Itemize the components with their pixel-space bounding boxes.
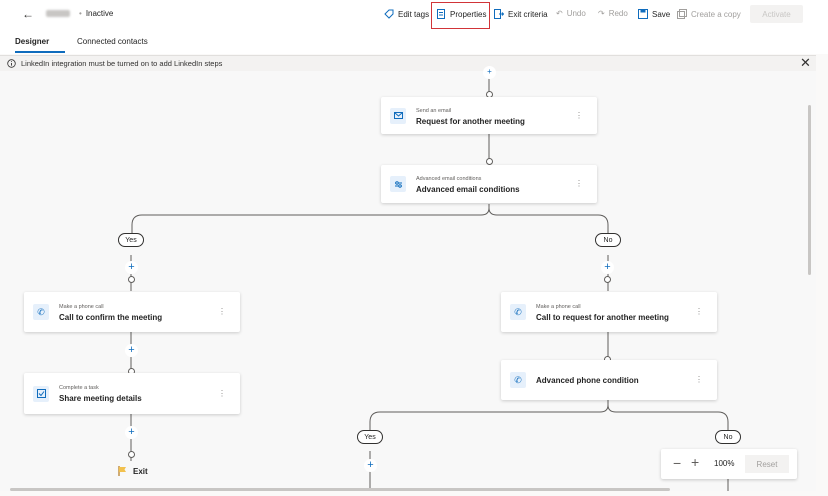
exit-label: Exit bbox=[133, 466, 148, 476]
zoom-in-icon[interactable]: + bbox=[691, 454, 699, 470]
properties-icon bbox=[437, 9, 445, 19]
exit-criteria-button[interactable]: Exit criteria bbox=[494, 9, 548, 19]
info-icon bbox=[7, 59, 16, 68]
create-copy-button[interactable]: Create a copy bbox=[677, 9, 741, 19]
journey-canvas[interactable]: + Send an email Request for another meet… bbox=[0, 66, 816, 491]
tab-bar: Designer Connected contacts bbox=[0, 30, 828, 54]
more-options-icon[interactable]: ⋮ bbox=[575, 179, 583, 188]
more-options-icon[interactable]: ⋮ bbox=[575, 111, 583, 120]
add-step-icon[interactable]: + bbox=[125, 426, 138, 439]
journey-name-redacted bbox=[46, 10, 70, 17]
back-arrow-icon[interactable]: ← bbox=[22, 7, 34, 21]
phone-icon: ✆ bbox=[33, 304, 49, 320]
active-tab-indicator bbox=[15, 51, 65, 53]
dot-separator-icon: • bbox=[79, 9, 82, 18]
tab-designer[interactable]: Designer bbox=[15, 37, 49, 46]
more-options-icon[interactable]: ⋮ bbox=[218, 389, 226, 398]
email-icon bbox=[390, 107, 406, 124]
step-advanced-phone-condition[interactable]: ✆ Advanced phone condition ⋮ bbox=[501, 360, 717, 400]
flag-icon bbox=[118, 466, 126, 476]
task-checkbox-icon bbox=[33, 385, 49, 402]
exit-icon bbox=[494, 9, 504, 19]
zoom-out-icon[interactable]: − bbox=[673, 455, 681, 471]
properties-button[interactable]: Properties bbox=[436, 9, 486, 19]
properties-label: Properties bbox=[450, 9, 487, 19]
step-title: Advanced email conditions bbox=[416, 185, 520, 194]
horizontal-scrollbar[interactable] bbox=[10, 488, 670, 491]
vertical-scrollbar[interactable] bbox=[808, 105, 811, 275]
exit-node[interactable]: Exit bbox=[118, 466, 148, 476]
add-step-icon[interactable]: + bbox=[601, 261, 614, 274]
save-button[interactable]: Save bbox=[638, 9, 670, 19]
step-call-confirm[interactable]: ✆ Make a phone call Call to confirm the … bbox=[24, 292, 240, 332]
command-bar: ← • Inactive Edit tags Properties Exit c… bbox=[0, 0, 828, 30]
create-copy-label: Create a copy bbox=[691, 9, 741, 19]
phone-condition-icon: ✆ bbox=[510, 372, 526, 388]
branch-no-label: No bbox=[715, 430, 741, 444]
connector-node bbox=[604, 276, 611, 283]
step-title: Call to request for another meeting bbox=[536, 313, 669, 322]
more-options-icon[interactable]: ⋮ bbox=[695, 375, 703, 384]
reset-zoom-button[interactable]: Reset bbox=[745, 455, 789, 473]
more-options-icon[interactable]: ⋮ bbox=[218, 307, 226, 316]
tab-connected-contacts[interactable]: Connected contacts bbox=[77, 37, 148, 46]
step-send-email[interactable]: Send an email Request for another meetin… bbox=[381, 97, 597, 134]
branch-yes-label: Yes bbox=[357, 430, 383, 444]
status-label: • Inactive bbox=[79, 9, 113, 18]
zoom-level: 100% bbox=[714, 459, 735, 468]
step-title: Share meeting details bbox=[59, 394, 142, 403]
step-title: Call to confirm the meeting bbox=[59, 313, 163, 322]
activate-label: Activate bbox=[762, 9, 791, 19]
step-subtitle: Make a phone call bbox=[59, 304, 104, 310]
save-label: Save bbox=[652, 9, 671, 19]
edit-tags-button[interactable]: Edit tags bbox=[384, 9, 429, 19]
redo-button[interactable]: ↷ Redo bbox=[598, 9, 628, 18]
tag-icon bbox=[384, 9, 394, 19]
branch-yes-label: Yes bbox=[118, 233, 144, 247]
redo-label: Redo bbox=[608, 9, 628, 18]
step-call-request[interactable]: ✆ Make a phone call Call to request for … bbox=[501, 292, 717, 332]
step-subtitle: Complete a task bbox=[59, 385, 99, 391]
copy-icon bbox=[677, 9, 687, 19]
add-step-top-icon[interactable]: + bbox=[483, 66, 496, 79]
more-options-icon[interactable]: ⋮ bbox=[695, 307, 703, 316]
banner-message: LinkedIn integration must be turned on t… bbox=[21, 59, 223, 68]
zoom-controls: − + 100% Reset bbox=[661, 449, 797, 479]
connector-node bbox=[128, 276, 135, 283]
connector-lines bbox=[130, 71, 729, 491]
add-step-icon[interactable]: + bbox=[125, 261, 138, 274]
info-banner: LinkedIn integration must be turned on t… bbox=[0, 55, 816, 72]
connector-node bbox=[486, 158, 493, 165]
branch-no-label: No bbox=[595, 233, 621, 247]
step-title: Request for another meeting bbox=[416, 117, 525, 126]
undo-label: Undo bbox=[566, 9, 586, 18]
connector-node bbox=[128, 451, 135, 458]
condition-icon bbox=[390, 176, 406, 192]
step-advanced-email-condition[interactable]: Advanced email conditions Advanced email… bbox=[381, 165, 597, 203]
step-subtitle: Make a phone call bbox=[536, 304, 581, 310]
close-banner-icon[interactable]: ✕ bbox=[800, 55, 811, 71]
step-complete-task[interactable]: Complete a task Share meeting details ⋮ bbox=[24, 373, 240, 414]
status-text: Inactive bbox=[85, 9, 114, 18]
redo-icon: ↷ bbox=[598, 9, 605, 18]
add-step-icon[interactable]: + bbox=[125, 344, 138, 357]
step-subtitle: Advanced email conditions bbox=[416, 176, 482, 182]
undo-button[interactable]: ↶ Undo bbox=[556, 9, 586, 18]
undo-icon: ↶ bbox=[556, 9, 563, 18]
activate-button[interactable]: Activate bbox=[750, 5, 803, 23]
step-title: Advanced phone condition bbox=[536, 376, 639, 385]
reset-label: Reset bbox=[756, 459, 778, 469]
phone-icon: ✆ bbox=[510, 304, 526, 320]
save-icon bbox=[638, 9, 648, 19]
exit-criteria-label: Exit criteria bbox=[508, 9, 548, 19]
step-subtitle: Send an email bbox=[416, 108, 452, 114]
edit-tags-label: Edit tags bbox=[398, 9, 430, 19]
add-step-icon[interactable]: + bbox=[364, 459, 377, 472]
